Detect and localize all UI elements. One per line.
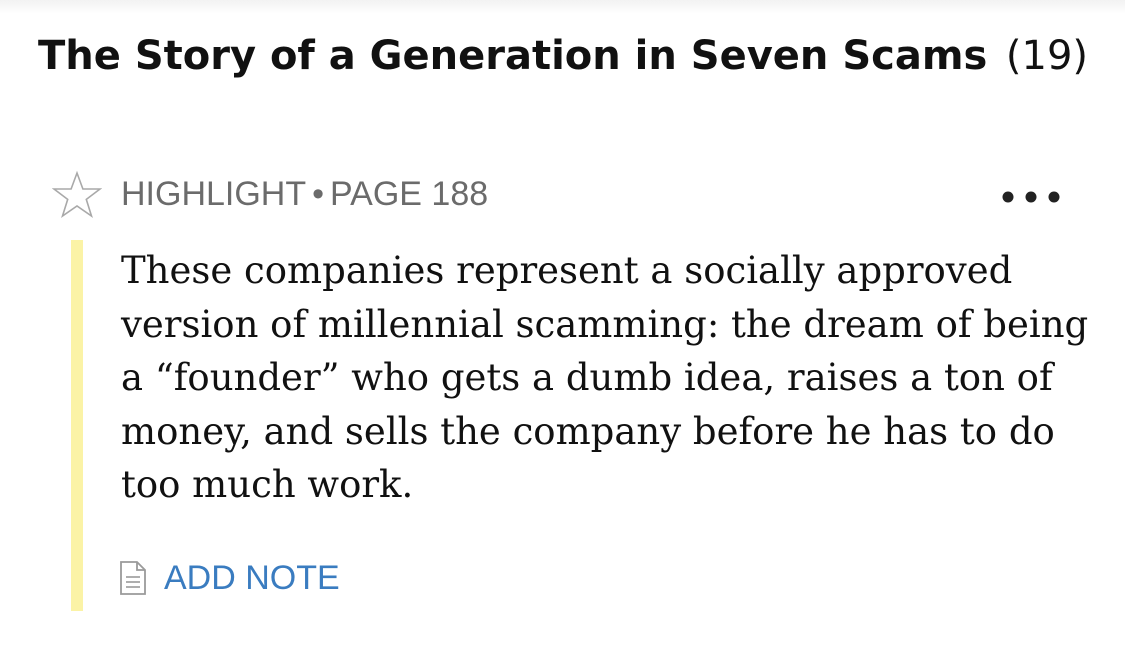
note-document-icon — [120, 561, 146, 595]
highlight-color-bar — [71, 240, 83, 611]
add-note-label: ADD NOTE — [164, 559, 340, 597]
more-options-icon — [1002, 191, 1060, 203]
star-outline-icon — [51, 170, 103, 218]
highlight-meta: HIGHLIGHT • PAGE 188 — [121, 172, 488, 216]
chapter-header: The Story of a Generation in Seven Scams… — [38, 26, 1088, 86]
top-shade — [0, 0, 1125, 14]
chapter-title: The Story of a Generation in Seven Scams — [38, 33, 988, 79]
star-button[interactable] — [51, 170, 103, 220]
add-note-button[interactable]: ADD NOTE — [118, 556, 340, 600]
highlight-text: These companies represent a socially app… — [121, 249, 1089, 506]
highlight-count: (19) — [1005, 33, 1088, 79]
highlight-type-label: HIGHLIGHT — [121, 175, 307, 213]
meta-separator: • — [312, 175, 325, 213]
page-label: PAGE 188 — [330, 175, 489, 213]
more-options-button[interactable] — [996, 182, 1068, 212]
